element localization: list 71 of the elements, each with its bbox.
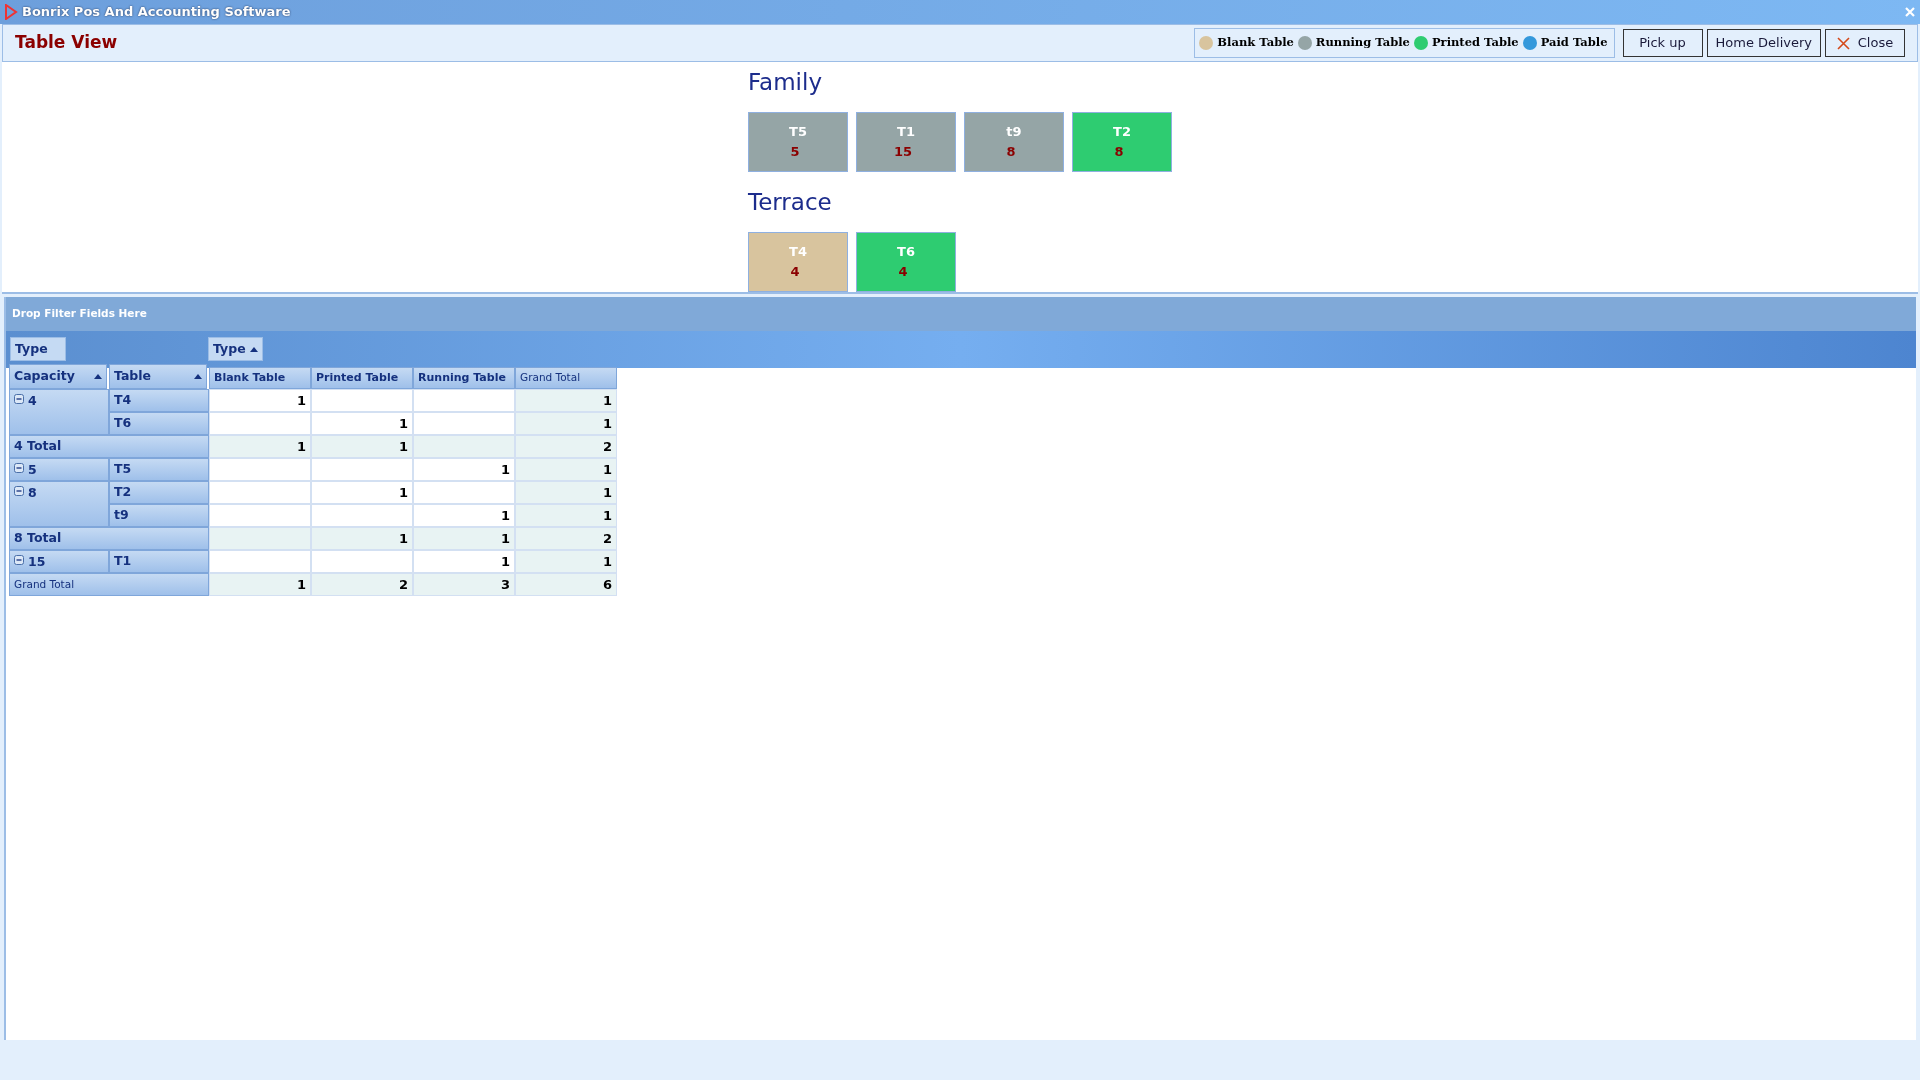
- close-icon[interactable]: [1904, 6, 1916, 18]
- collapse-icon[interactable]: [14, 463, 24, 473]
- pivot-cell: 1: [209, 435, 311, 458]
- collapse-icon[interactable]: [14, 486, 24, 496]
- pivot-cell: 6: [515, 573, 617, 596]
- pivot-cell: 1: [311, 412, 413, 435]
- column-header[interactable]: Running Table: [413, 367, 515, 389]
- legend-label: Paid Table: [1540, 34, 1608, 52]
- row-header: 8 Total: [9, 527, 209, 550]
- pivot-cell: 1: [311, 527, 413, 550]
- row-header: t9: [109, 504, 209, 527]
- row-header: T5: [109, 458, 209, 481]
- page-title: Table View: [15, 31, 118, 55]
- field-button[interactable]: Capacity: [9, 364, 107, 389]
- pivot-cell: 1: [311, 435, 413, 458]
- table-tile[interactable]: T4 4: [748, 232, 848, 292]
- row-header: Grand Total: [9, 573, 209, 596]
- legend-label: Running Table: [1315, 34, 1410, 52]
- pivot-cell: 2: [311, 573, 413, 596]
- pivot-cell: 1: [515, 458, 617, 481]
- pivot-cell: 1: [209, 573, 311, 596]
- column-header[interactable]: Blank Table: [209, 367, 311, 389]
- field-button[interactable]: Type: [208, 337, 263, 361]
- close-button[interactable]: Close: [1825, 29, 1905, 57]
- sort-up-icon: [194, 374, 202, 379]
- pivot-cell: 1: [413, 458, 515, 481]
- pivot-cell: 1: [515, 389, 617, 412]
- pivot-cell: 1: [413, 550, 515, 573]
- field-button[interactable]: Type: [10, 337, 66, 361]
- row-header: T4: [109, 389, 209, 412]
- pivot-cell: 1: [311, 481, 413, 504]
- pivot-cell: 2: [515, 435, 617, 458]
- section-heading: Terrace: [748, 188, 833, 217]
- pivot-cell: 3: [413, 573, 515, 596]
- column-header[interactable]: Grand Total: [515, 367, 617, 389]
- pivot-cell: 2: [515, 527, 617, 550]
- pivot-cell: 1: [413, 504, 515, 527]
- table-tile[interactable]: t9 8: [964, 112, 1064, 172]
- action-button[interactable]: Pick up: [1622, 29, 1703, 57]
- pivot-cell: 1: [413, 527, 515, 550]
- action-button[interactable]: Home Delivery: [1706, 29, 1821, 57]
- row-header: 4: [9, 389, 109, 435]
- pivot-cell: 1: [515, 504, 617, 527]
- field-button[interactable]: Table: [109, 364, 207, 389]
- app-logo-icon: [4, 4, 18, 20]
- collapse-icon[interactable]: [14, 394, 24, 404]
- pivot-cell: 1: [515, 550, 617, 573]
- sort-up-icon: [94, 374, 102, 379]
- table-tile[interactable]: T6 4: [856, 232, 956, 292]
- column-header[interactable]: Printed Table: [311, 367, 413, 389]
- table-tile[interactable]: T5 5: [748, 112, 848, 172]
- sort-up-icon: [249, 346, 258, 352]
- row-header: 4 Total: [9, 435, 209, 458]
- row-header: 8: [9, 481, 109, 527]
- table-tile[interactable]: T2 8: [1072, 112, 1172, 172]
- row-header: 15: [9, 550, 109, 573]
- pivot-cell: 1: [209, 389, 311, 412]
- row-header: T1: [109, 550, 209, 573]
- pivot-cell: 1: [515, 412, 617, 435]
- legend-label: Blank Table: [1217, 34, 1294, 52]
- pivot-cell: 1: [515, 481, 617, 504]
- filter-area: Drop Filter Fields Here: [6, 297, 1916, 331]
- table-tile[interactable]: T1 15: [856, 112, 956, 172]
- legend-label: Printed Table: [1431, 34, 1519, 52]
- row-header: 5: [9, 458, 109, 481]
- window-title: Bonrix Pos And Accounting Software: [22, 3, 291, 22]
- row-header: T2: [109, 481, 209, 504]
- close-icon: [1836, 36, 1850, 50]
- section-heading: Family: [748, 68, 823, 97]
- collapse-icon[interactable]: [14, 555, 24, 565]
- row-header: T6: [109, 412, 209, 435]
